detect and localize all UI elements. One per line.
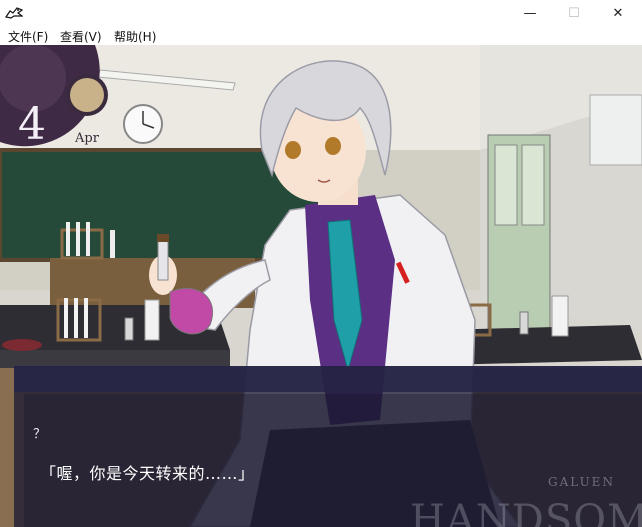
crocodile-icon — [5, 7, 23, 19]
menu-file[interactable]: 文件(F) — [8, 28, 48, 45]
logo-watermark-small: GALUEN — [548, 475, 615, 489]
game-viewport[interactable]: 4 Apr ？ 「喔，你是今天转来的……」 GALUEN HANDSOME — [0, 45, 642, 527]
calendar-month: Apr — [75, 131, 99, 146]
maximize-button[interactable]: ☐ — [552, 0, 596, 26]
menu-view[interactable]: 查看(V) — [60, 28, 102, 45]
scene-illustration — [0, 45, 642, 527]
minimize-button[interactable]: — — [508, 0, 552, 26]
menu-help[interactable]: 帮助(H) — [114, 28, 156, 45]
title-bar: — ☐ ✕ — [0, 0, 642, 26]
logo-watermark-big: HANDSOME — [410, 497, 642, 527]
clock-icon — [123, 104, 163, 144]
dialogue-text[interactable]: 「喔，你是今天转来的……」 — [40, 460, 255, 484]
menu-bar: 文件(F) 查看(V) 帮助(H) — [0, 26, 642, 45]
close-button[interactable]: ✕ — [596, 0, 640, 26]
speaker-name: ？ — [33, 427, 47, 442]
calendar-day: 4 — [18, 99, 46, 150]
